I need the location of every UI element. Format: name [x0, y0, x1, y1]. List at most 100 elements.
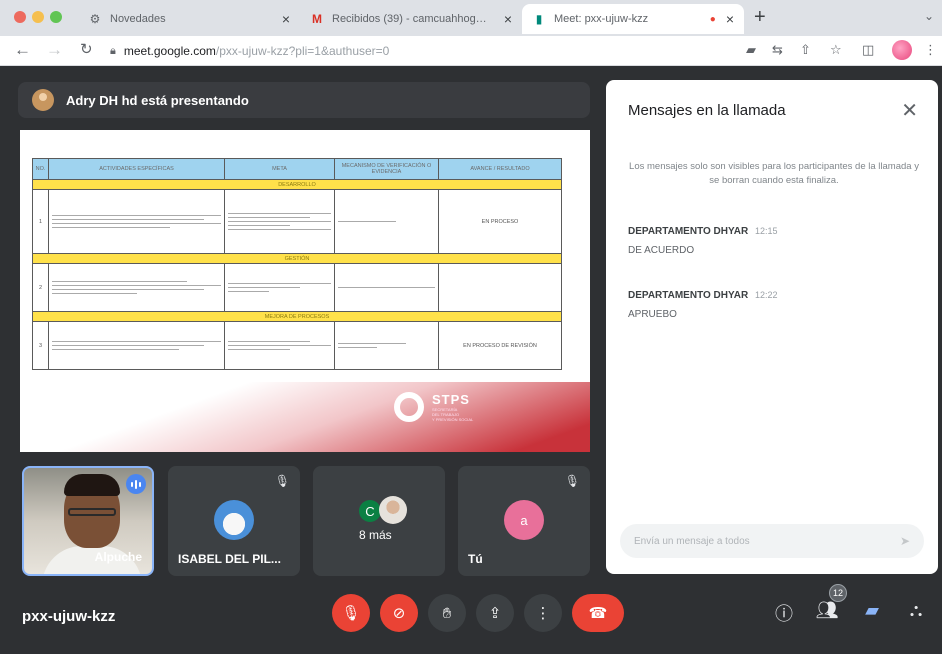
chat-message: DEPARTAMENTO DHYAR 12:22 APRUEBO: [628, 290, 918, 320]
gmail-icon: M: [312, 12, 322, 26]
presentation-screen[interactable]: NO. ACTIVIDADES ESPECÍFICAS META MECANIS…: [20, 130, 590, 452]
raise-hand-button[interactable]: ✋︎: [428, 594, 466, 632]
chevron-down-icon[interactable]: ⌄: [924, 9, 934, 23]
participant-tile-alpuche[interactable]: Alpuche: [22, 466, 154, 576]
stps-logo-mark: [394, 392, 424, 422]
more-menu-icon[interactable]: ⋮: [924, 42, 937, 58]
avatar: [379, 496, 407, 524]
chat-input[interactable]: Envía un mensaje a todos ➤: [620, 524, 924, 558]
presenter-text: Adry DH hd está presentando: [66, 92, 249, 108]
table-row: 2: [33, 263, 561, 311]
slide-table: NO. ACTIVIDADES ESPECÍFICAS META MECANIS…: [32, 158, 562, 370]
forward-icon[interactable]: →: [46, 40, 63, 60]
close-icon[interactable]: ✕: [901, 98, 918, 123]
row-number: 3: [33, 322, 49, 369]
present-screen-button[interactable]: ⇪: [476, 594, 514, 632]
minimize-window-icon[interactable]: [32, 11, 44, 23]
url-host: meet.google.com: [123, 44, 216, 58]
tab-meet[interactable]: ▮ Meet: pxx-ujuw-kzz ● ×: [522, 4, 744, 34]
header-cell: NO.: [33, 159, 49, 179]
row-number: 1: [33, 190, 49, 253]
tab-title: Novedades: [110, 13, 166, 25]
avatar: C: [359, 500, 381, 522]
chat-input-placeholder: Envía un mensaje a todos: [634, 535, 750, 547]
new-tab-icon[interactable]: +: [754, 6, 766, 29]
tab-gmail[interactable]: M Recibidos (39) - camcuahhog… ×: [300, 4, 522, 34]
stps-logo-text: STPS: [432, 392, 470, 407]
tab-title: Recibidos (39) - camcuahhog…: [332, 13, 487, 25]
table-row: 1 EN PROCESO: [33, 189, 561, 253]
table-header: NO. ACTIVIDADES ESPECÍFICAS META MECANIS…: [33, 159, 561, 179]
others-count: 8 más: [359, 528, 392, 542]
avatar: a: [504, 500, 544, 540]
stps-logo: STPS SECRETARÍA DEL TRABAJO Y PREVISIÓN …: [394, 392, 473, 422]
participant-tile-others[interactable]: C 8 más: [313, 466, 445, 576]
camera-indicator-icon[interactable]: ▰: [746, 42, 756, 58]
people-icon[interactable]: 👥︎: [815, 600, 839, 621]
chat-notice: Los mensajes solo son visibles para los …: [629, 161, 919, 186]
meeting-info-icon[interactable]: ⓘ: [772, 600, 796, 626]
tab-strip: ⚙ Novedades × M Recibidos (39) - camcuah…: [0, 0, 942, 36]
message-time: 12:22: [754, 290, 778, 300]
back-icon[interactable]: ←: [14, 40, 31, 60]
share-icon[interactable]: ⇧: [800, 42, 811, 58]
address-bar[interactable]: 🔒︎ meet.google.com /pxx-ujuw-kzz?pli=1&a…: [110, 40, 730, 62]
gear-icon: ⚙: [89, 12, 101, 26]
table-section: GESTIÓN: [33, 253, 561, 263]
translate-icon[interactable]: ⇆: [772, 42, 783, 58]
mic-toggle-button[interactable]: 🎙︎: [332, 594, 370, 632]
chat-panel: Mensajes en la llamada ✕ Los mensajes so…: [606, 80, 938, 574]
row-result: EN PROCESO DE REVISIÓN: [463, 342, 537, 349]
bookmark-star-icon[interactable]: ☆: [830, 42, 842, 58]
lock-icon[interactable]: 🔒︎: [110, 45, 116, 58]
speaking-indicator-icon: [126, 474, 146, 494]
end-call-button[interactable]: ☎︎: [572, 594, 624, 632]
sidebar-icon[interactable]: ◫: [862, 42, 874, 58]
camera-toggle-button[interactable]: ⊘: [380, 594, 418, 632]
chat-title: Mensajes en la llamada: [628, 102, 786, 119]
participant-tile-self[interactable]: 🎙︎ a Tú: [458, 466, 590, 576]
header-cell: MECANISMO DE VERIFICACIÓN O EVIDENCIA: [335, 159, 439, 179]
url-path: /pxx-ujuw-kzz?pli=1&authuser=0: [215, 44, 390, 58]
chat-icon[interactable]: ▰: [860, 600, 884, 621]
table-section: DESARROLLO: [33, 179, 561, 189]
reload-icon[interactable]: ↻: [80, 40, 93, 58]
header-cell: AVANCE / RESULTADO: [470, 166, 530, 172]
message-sender: DEPARTAMENTO DHYAR: [628, 290, 749, 301]
row-result: [439, 264, 561, 311]
participant-name: ISABEL DEL PIL...: [178, 552, 281, 566]
more-options-button[interactable]: ⋮: [524, 594, 562, 632]
header-cell: ACTIVIDADES ESPECÍFICAS: [49, 159, 225, 179]
profile-avatar[interactable]: [892, 40, 912, 60]
presenter-avatar: [32, 89, 54, 111]
meet-stage: Adry DH hd está presentando NO. ACTIVIDA…: [0, 66, 942, 654]
table-section: MEJORA DE PROCESOS: [33, 311, 561, 321]
message-text: APRUEBO: [628, 309, 677, 320]
close-tab-icon[interactable]: ×: [726, 11, 734, 27]
mic-off-icon: 🎙︎: [274, 474, 290, 488]
participant-tile-isabel[interactable]: 🎙︎ ISABEL DEL PIL...: [168, 466, 300, 576]
row-number: 2: [33, 264, 49, 311]
close-window-icon[interactable]: [14, 11, 26, 23]
chat-message: DEPARTAMENTO DHYAR 12:15 DE ACUERDO: [628, 226, 918, 256]
activities-icon[interactable]: ⛬: [904, 600, 928, 621]
table-row: 3 EN PROCESO DE REVISIÓN: [33, 321, 561, 369]
header-cell: META: [225, 159, 335, 179]
message-time: 12:15: [754, 226, 778, 236]
avatar: [214, 500, 254, 540]
meet-icon: ▮: [535, 12, 543, 26]
message-sender: DEPARTAMENTO DHYAR: [628, 226, 749, 237]
meeting-code: pxx-ujuw-kzz: [22, 608, 116, 625]
maximize-window-icon[interactable]: [50, 11, 62, 23]
row-result: EN PROCESO: [481, 218, 519, 225]
browser-toolbar: ← → ↻ 🔒︎ meet.google.com /pxx-ujuw-kzz?p…: [0, 36, 942, 66]
stps-logo-sub: Y PREVISIÓN SOCIAL: [432, 417, 474, 422]
recording-icon: ●: [709, 13, 716, 25]
participant-name: Tú: [468, 552, 483, 566]
close-tab-icon[interactable]: ×: [282, 11, 290, 27]
slide-footer-decoration: [20, 382, 590, 452]
send-icon[interactable]: ➤: [900, 534, 910, 548]
tab-novedades[interactable]: ⚙ Novedades ×: [78, 4, 300, 34]
participants-badge: 12: [829, 584, 847, 602]
close-tab-icon[interactable]: ×: [504, 11, 512, 27]
